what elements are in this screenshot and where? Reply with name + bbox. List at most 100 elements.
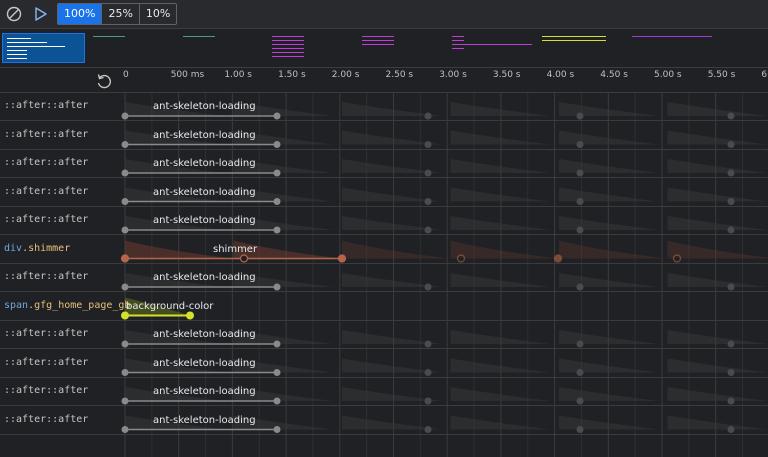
playback-speed-group: 100% 25% 10%	[57, 3, 178, 25]
overview-group-6[interactable]	[452, 33, 536, 63]
overview-line	[542, 36, 606, 37]
time-tick-label: 2.50 s	[385, 70, 414, 80]
selector-pseudo: ::after::after	[4, 413, 89, 425]
node-selector[interactable]: ::after::after	[4, 186, 88, 197]
overview-line	[7, 58, 27, 59]
overview-line	[362, 40, 394, 41]
animation-name-label: ant-skeleton-loading	[153, 158, 256, 169]
overview-group-8[interactable]	[632, 33, 716, 63]
overview-line	[362, 44, 394, 45]
node-selector[interactable]: ::after::after	[4, 357, 88, 368]
selector-pseudo: ::after::after	[4, 356, 89, 368]
overview-group-5[interactable]	[362, 33, 398, 63]
animation-row: ::after::after ant-skeleton-loading	[0, 378, 768, 406]
overview-line	[7, 42, 47, 43]
time-tick-label: 4.00 s	[546, 70, 575, 80]
animation-row: ::after::after ant-skeleton-loading	[0, 93, 768, 121]
overview-line	[93, 36, 125, 37]
time-tick-label: 4.50 s	[600, 70, 628, 80]
overview-line	[542, 40, 606, 41]
overview-line	[632, 36, 712, 37]
overview-line	[362, 36, 394, 37]
selector-tag: div	[4, 242, 23, 254]
overview-line	[272, 56, 304, 57]
selector-pseudo: ::after::after	[4, 385, 89, 396]
selector-pseudo: ::after::after	[4, 100, 89, 111]
time-tick-label: 0	[123, 70, 129, 80]
time-tick-label: 3.50 s	[492, 70, 521, 80]
overview-line	[272, 44, 304, 45]
overview-group-1[interactable]	[2, 33, 85, 63]
node-selector[interactable]: ::after::after	[4, 129, 88, 140]
overview-line	[272, 52, 304, 53]
animations-toolbar: 100% 25% 10%	[0, 0, 768, 29]
time-tick-label: 2.00 s	[331, 70, 360, 80]
selector-pseudo: ::after::after	[4, 185, 89, 197]
selector-pseudo: ::after::after	[4, 214, 89, 225]
animation-row: ::after::after ant-skeleton-loading	[0, 321, 768, 349]
animation-row: div.shimmer shimmer	[0, 236, 768, 264]
node-selector[interactable]: ::after::after	[4, 157, 88, 168]
overview-line	[452, 44, 532, 45]
selector-tag: span	[4, 299, 29, 311]
overview-line	[7, 46, 65, 47]
speed-button-100[interactable]: 100%	[58, 4, 103, 24]
animation-name-label: ant-skeleton-loading	[153, 329, 256, 340]
speed-button-25[interactable]: 25%	[102, 4, 140, 24]
overview-line	[272, 36, 304, 37]
time-tick-label: 3.00 s	[439, 70, 467, 80]
animation-row: ::after::after ant-skeleton-loading	[0, 150, 768, 178]
time-tick-label: 6	[761, 70, 768, 80]
selector-pseudo: ::after::after	[4, 271, 89, 282]
play-icon[interactable]	[29, 4, 51, 24]
speed-button-10[interactable]: 10%	[139, 4, 177, 24]
overview-line	[272, 48, 304, 49]
node-selector[interactable]: div.shimmer	[4, 243, 70, 254]
animation-row: ::after::after ant-skeleton-loading	[0, 264, 768, 292]
time-tick-label: 1.00 s	[224, 70, 252, 80]
node-selector[interactable]: ::after::after	[4, 214, 88, 225]
animation-rows: ::after::after ant-skeleton-loading::afte…	[0, 93, 768, 457]
overview-line	[7, 38, 31, 39]
animation-name-label: ant-skeleton-loading	[153, 129, 256, 141]
animation-row: ::after::after ant-skeleton-loading	[0, 207, 768, 235]
node-selector[interactable]: ::after::after	[4, 414, 88, 425]
overview-line	[452, 48, 464, 49]
node-selector[interactable]: ::after::after	[4, 328, 88, 339]
node-selector[interactable]: ::after::after	[4, 385, 88, 396]
overview-group-3[interactable]	[183, 33, 217, 63]
animation-name-label: ant-skeleton-loading	[153, 186, 256, 198]
animation-name-label: ant-skeleton-loading	[153, 357, 256, 369]
timeline-header: 0 500 ms 1.00 s 1.50 s 2.00 s 2.50 s 3.00 s 3.5…	[0, 68, 768, 93]
node-selector[interactable]: ::after::after	[4, 100, 88, 111]
overview-group-4[interactable]	[272, 33, 308, 63]
overview-line	[452, 36, 464, 37]
animation-name-label: ant-skeleton-loading	[153, 215, 256, 226]
time-tick-label: 500 ms	[170, 70, 205, 80]
replay-icon[interactable]	[94, 71, 114, 91]
time-tick-label: 5.00 s	[654, 70, 682, 80]
overview-line	[7, 50, 27, 51]
overview-group-2[interactable]	[93, 33, 127, 63]
selector-pseudo: ::after::after	[4, 328, 89, 339]
node-selector[interactable]: ::after::after	[4, 271, 88, 282]
time-tick-label: 5.50 s	[707, 70, 736, 80]
selector-pseudo: ::after::after	[4, 157, 89, 168]
animation-name-label: ant-skeleton-loading	[153, 272, 256, 283]
animation-row: span.gfg_home_page_gb background-color	[0, 293, 768, 321]
animation-name-label: background-color	[126, 300, 214, 312]
overview-line	[272, 40, 304, 41]
time-tick-label: 1.50 s	[278, 70, 306, 80]
overview-group-7[interactable]	[542, 33, 608, 63]
animation-row: ::after::after ant-skeleton-loading	[0, 179, 768, 207]
node-selector[interactable]: span.gfg_home_page_gb	[4, 300, 130, 311]
animation-name-label: shimmer	[213, 243, 258, 255]
animation-row: ::after::after ant-skeleton-loading	[0, 122, 768, 150]
animation-row: ::after::after ant-skeleton-loading	[0, 407, 768, 435]
animation-name-label: ant-skeleton-loading	[153, 101, 256, 112]
overview-line	[452, 40, 464, 41]
clear-icon[interactable]	[3, 4, 25, 24]
animation-row: ::after::after ant-skeleton-loading	[0, 350, 768, 378]
overview-line	[183, 36, 215, 37]
selector-class: .shimmer	[22, 242, 71, 254]
